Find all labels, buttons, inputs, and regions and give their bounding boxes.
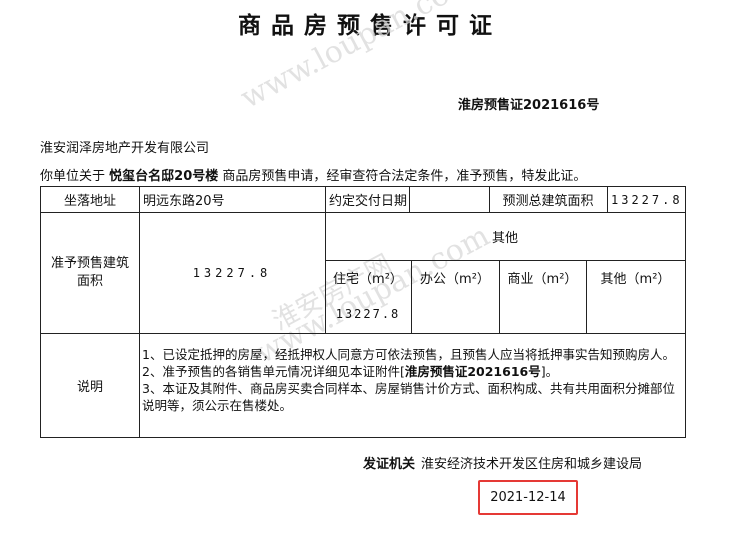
attachment-number: 淮房预售证2021616号 [404, 364, 541, 379]
note-item: 3、本证及其附件、商品房买卖合同样本、房屋销售计价方式、面积构成、共有共用面积分… [142, 381, 675, 413]
note-item: 2、准予预售的各销售单元情况详细见本证附件[淮房预售证2021616号]。 [142, 363, 682, 380]
table-divider [607, 187, 608, 212]
others-label: 其他（m²） [600, 271, 671, 287]
project-name: 悦玺台名邸20号楼 [109, 169, 219, 184]
delivery-date-value [413, 187, 489, 212]
company-name: 淮安润泽房地产开发有限公司 [40, 141, 210, 156]
approved-area-value: 13227.8 [192, 265, 272, 280]
table-divider [409, 187, 410, 212]
location-label: 坐落地址 [63, 194, 116, 209]
intro-prefix: 你单位关于 [40, 169, 106, 184]
residential-value: 13227.8 [335, 306, 401, 321]
note-text: 2、准予预售的各销售单元情况详细见本证附件[ [142, 364, 405, 379]
notes-content: 1、已设定抵押的房屋，经抵押权人同意方可依法预售，且预售人应当将抵押事实告知预购… [142, 346, 682, 414]
issue-date-text: 2021-12-14 [490, 490, 566, 505]
office-label: 办公（m²） [420, 271, 490, 287]
issuer-value: 淮安经济技术开发区住房和城乡建设局 [421, 457, 643, 472]
approved-area-label: 准予预售建筑面积 [50, 255, 129, 289]
delivery-date-label: 约定交付日期 [329, 194, 408, 209]
others-value [586, 294, 685, 333]
issue-date: 2021-12-14 [478, 480, 578, 515]
commercial-label: 商业（m²） [507, 271, 578, 287]
other-header: 其他 [491, 230, 518, 246]
certificate-number: 淮房预售证2021616号 [458, 98, 600, 113]
total-area-value: 13227.8 [611, 192, 683, 207]
location-value: 明远东路20号 [143, 194, 225, 209]
note-item: 1、已设定抵押的房屋，经抵押权人同意方可依法预售，且预售人应当将抵押事实告知预购… [142, 347, 675, 362]
total-area-label: 预测总建筑面积 [502, 194, 594, 209]
issuer-label: 发证机关 [363, 457, 416, 472]
notes-label: 说明 [76, 379, 103, 395]
intro-suffix: 商品房预售申请，经审查符合法定条件，准予预售，特发此证。 [222, 169, 587, 184]
commercial-value [499, 294, 586, 333]
intro-text: 你单位关于 悦玺台名邸20号楼 商品房预售申请，经审查符合法定条件，准予预售，特… [40, 165, 586, 184]
residential-label: 住宅（m²） [333, 271, 403, 287]
note-text: ]。 [540, 364, 559, 379]
office-value [411, 294, 499, 333]
issuing-authority: 发证机关 淮安经济技术开发区住房和城乡建设局 [363, 453, 642, 472]
document-title: 商品房预售许可证 [238, 13, 502, 39]
